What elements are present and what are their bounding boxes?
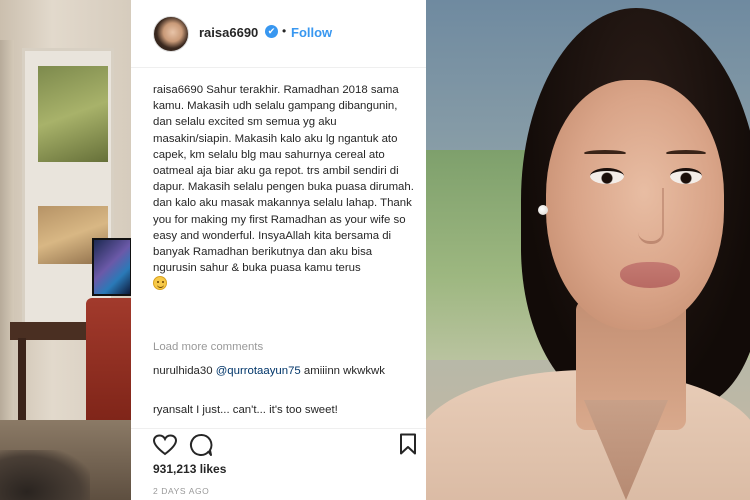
- post-username[interactable]: raisa6690: [199, 25, 258, 40]
- pearl-earring: [538, 205, 548, 215]
- lips: [620, 262, 680, 288]
- caption-username[interactable]: raisa6690: [153, 84, 203, 96]
- comment-icon[interactable]: [189, 433, 213, 457]
- caption-text: Sahur terakhir. Ramadhan 2018 sama kamu.…: [153, 84, 414, 275]
- left-photo-room: [0, 0, 131, 500]
- right-eye: [670, 168, 702, 184]
- nose: [638, 188, 664, 244]
- verified-badge-icon: ✔: [265, 25, 278, 38]
- computer-monitor: [92, 238, 131, 296]
- avatar[interactable]: [153, 16, 189, 52]
- post-caption: raisa6690 Sahur terakhir. Ramadhan 2018 …: [153, 82, 415, 294]
- post-timestamp: 2 DAYS AGO: [153, 486, 210, 496]
- follow-button[interactable]: Follow: [291, 25, 332, 40]
- smiling-face-emoji-icon: [153, 276, 167, 291]
- right-eyebrow: [666, 150, 706, 156]
- action-bar: [131, 428, 426, 456]
- face: [546, 80, 724, 330]
- heart-icon[interactable]: [153, 434, 177, 456]
- comment-username[interactable]: ryansalt: [153, 404, 193, 416]
- comment-mention-link[interactable]: @qurrotaayun75: [216, 365, 301, 377]
- foreground-shadow: [0, 450, 90, 500]
- load-more-comments-link[interactable]: Load more comments: [153, 341, 263, 353]
- separator-dot: •: [282, 24, 287, 38]
- instagram-post: raisa6690 ✔ • Follow raisa6690 Sahur ter…: [131, 0, 426, 500]
- comment-item: nurulhida30 @qurrotaayun75 amiiinn wkwkw…: [153, 363, 415, 379]
- door-window-top: [38, 66, 108, 162]
- likes-count[interactable]: 931,213 likes: [153, 462, 226, 476]
- post-header: raisa6690 ✔ • Follow: [131, 0, 426, 68]
- comment-username[interactable]: nurulhida30: [153, 365, 213, 377]
- left-eyebrow: [584, 150, 626, 156]
- comment-text: amiiinn wkwkwk: [303, 365, 385, 377]
- room-curtain: [0, 40, 14, 420]
- bookmark-icon[interactable]: [399, 433, 417, 455]
- right-photo-portrait: [426, 0, 750, 500]
- red-chair: [86, 298, 131, 426]
- comment-text: I just... can't... it's too sweet!: [196, 404, 338, 416]
- left-eye: [590, 168, 624, 184]
- comment-item: ryansalt I just... can't... it's too swe…: [153, 404, 415, 416]
